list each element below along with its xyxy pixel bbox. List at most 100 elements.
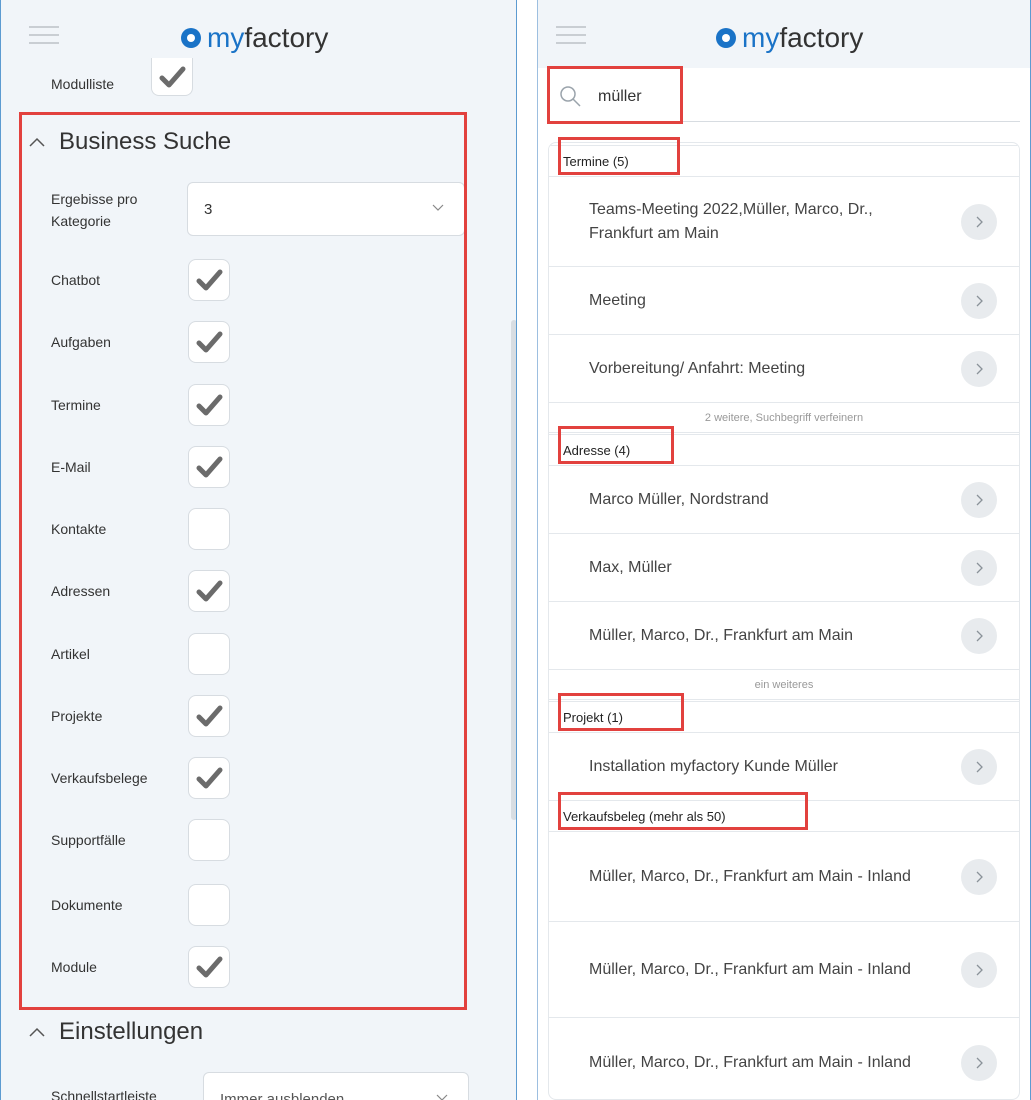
einstellungen-title: Einstellungen xyxy=(59,1018,204,1045)
result-text: Müller, Marco, Dr., Frankfurt am Main - … xyxy=(589,867,911,885)
option-label: Kontakte xyxy=(51,521,107,537)
per-category-row: Ergebisse pro Kategorie xyxy=(51,188,181,232)
logo-mark-icon xyxy=(181,28,201,48)
option-checkbox[interactable] xyxy=(188,321,230,363)
open-result-button[interactable] xyxy=(961,951,997,988)
schnellstart-row: Schnellstartleiste xyxy=(51,1086,157,1100)
chevron-right-icon xyxy=(976,562,983,573)
more-results-hint: 2 weitere, Suchbegriff verfeinern xyxy=(549,403,1019,433)
option-checkbox[interactable] xyxy=(188,757,230,799)
brand-logo: my factory xyxy=(716,20,863,56)
open-result-button[interactable] xyxy=(961,203,997,240)
option-checkbox[interactable] xyxy=(188,695,230,737)
checkmark-icon xyxy=(196,331,223,353)
option-checkbox[interactable] xyxy=(188,259,230,301)
brand-logo: my factory xyxy=(181,20,328,56)
logo-mark-icon xyxy=(716,28,736,48)
result-item[interactable]: Müller, Marco, Dr., Frankfurt am Main - … xyxy=(549,1018,1019,1099)
result-item[interactable]: Teams-Meeting 2022,Müller, Marco, Dr., F… xyxy=(549,177,1019,267)
checkmark-icon xyxy=(196,394,223,416)
checkmark-icon xyxy=(196,705,223,727)
result-item[interactable]: Müller, Marco, Dr., Frankfurt am Main - … xyxy=(549,832,1019,922)
category-title: Projekt (1) xyxy=(563,709,623,725)
logo-factory: factory xyxy=(244,22,329,53)
result-item[interactable]: Vorbereitung/ Anfahrt: Meeting xyxy=(549,335,1019,403)
scrollbar[interactable] xyxy=(511,320,516,820)
result-text: Müller, Marco, Dr., Frankfurt am Main xyxy=(589,626,854,644)
chevron-right-icon xyxy=(976,295,983,306)
chevron-right-icon xyxy=(976,216,983,227)
schnellstart-select[interactable]: Immer ausblenden xyxy=(203,1072,469,1100)
option-checkbox[interactable] xyxy=(188,884,230,926)
option-row: Termine xyxy=(51,395,101,415)
option-checkbox[interactable] xyxy=(188,508,230,550)
category-title: Termine (5) xyxy=(563,153,629,169)
category-header: Verkaufsbeleg (mehr als 50) xyxy=(549,800,1019,832)
result-item[interactable]: Marco Müller, Nordstrand xyxy=(549,466,1019,534)
menu-icon[interactable] xyxy=(556,26,586,44)
option-row: Aufgaben xyxy=(51,332,111,352)
search-results: Termine (5) Teams-Meeting 2022,Müller, Ma… xyxy=(548,142,1020,1100)
result-item[interactable]: Meeting xyxy=(549,267,1019,335)
option-checkbox[interactable] xyxy=(188,446,230,488)
open-result-button[interactable] xyxy=(961,748,997,785)
open-result-button[interactable] xyxy=(961,858,997,895)
schnellstart-value: Immer ausblenden xyxy=(220,1090,345,1100)
chevron-up-icon xyxy=(29,1027,45,1037)
open-result-button[interactable] xyxy=(961,481,997,518)
result-item[interactable]: Max, Müller xyxy=(549,534,1019,602)
open-result-button[interactable] xyxy=(961,1044,997,1081)
category-header: Projekt (1) xyxy=(549,701,1019,733)
checkmark-icon xyxy=(159,66,186,87)
open-result-button[interactable] xyxy=(961,282,997,319)
per-category-value: 3 xyxy=(204,200,213,218)
business-suche-title: Business Suche xyxy=(59,128,232,155)
result-text: Müller, Marco, Dr., Frankfurt am Main - … xyxy=(589,960,911,978)
option-row: Chatbot xyxy=(51,270,100,290)
chevron-right-icon xyxy=(976,494,983,505)
option-checkbox[interactable] xyxy=(188,384,230,426)
result-item[interactable]: Müller, Marco, Dr., Frankfurt am Main - … xyxy=(549,922,1019,1018)
business-suche-header[interactable]: Business Suche xyxy=(27,126,231,158)
einstellungen-header[interactable]: Einstellungen xyxy=(27,1016,203,1048)
chevron-down-icon xyxy=(432,204,444,211)
option-label: Dokumente xyxy=(51,897,123,913)
open-result-button[interactable] xyxy=(961,617,997,654)
highlight-frame-business-suche xyxy=(19,112,467,1010)
option-label: Supportfälle xyxy=(51,832,126,848)
option-checkbox[interactable] xyxy=(188,570,230,612)
search-input[interactable] xyxy=(598,84,898,110)
modulliste-checkbox[interactable] xyxy=(151,58,193,96)
option-label: Adressen xyxy=(51,583,111,599)
open-result-button[interactable] xyxy=(961,350,997,387)
option-label: Module xyxy=(51,959,97,975)
result-text: Max, Müller xyxy=(589,558,672,576)
option-checkbox[interactable] xyxy=(188,946,230,988)
logo-my: my xyxy=(207,22,245,53)
menu-icon[interactable] xyxy=(29,26,59,44)
checkmark-icon xyxy=(196,767,223,789)
category-header: Adresse (4) xyxy=(549,434,1019,466)
option-row: Dokumente xyxy=(51,895,123,915)
more-results-hint: ein weiteres xyxy=(549,670,1019,700)
result-item[interactable]: Installation myfactory Kunde Müller xyxy=(549,733,1019,801)
top-bar: my factory xyxy=(538,0,1030,68)
checkmark-icon xyxy=(196,456,223,478)
per-category-label: Ergebisse pro Kategorie xyxy=(51,191,138,229)
checkmark-icon xyxy=(196,269,223,291)
option-checkbox[interactable] xyxy=(188,819,230,861)
result-text: Installation myfactory Kunde Müller xyxy=(589,757,838,775)
option-row: Supportfälle xyxy=(51,830,126,850)
search-bar xyxy=(548,72,1020,122)
option-checkbox[interactable] xyxy=(188,633,230,675)
option-label: Verkaufsbelege xyxy=(51,770,148,786)
option-label: Artikel xyxy=(51,646,90,662)
logo-my: my xyxy=(742,22,780,53)
result-item[interactable]: Müller, Marco, Dr., Frankfurt am Main xyxy=(549,602,1019,670)
logo-factory: factory xyxy=(779,22,864,53)
chevron-right-icon xyxy=(976,363,983,374)
per-category-select[interactable]: 3 xyxy=(187,182,465,236)
modulliste-label: Modulliste xyxy=(51,76,115,92)
option-label: Chatbot xyxy=(51,272,101,288)
open-result-button[interactable] xyxy=(961,549,997,586)
